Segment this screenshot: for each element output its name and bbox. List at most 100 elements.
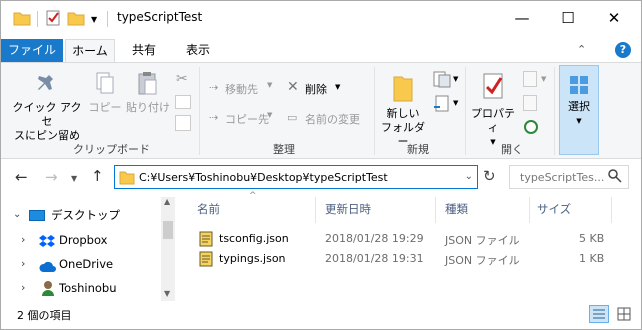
title-bar: ▼ typeScriptTest — ☐ ✕ — [1, 1, 641, 35]
ribbon-tabs: ファイル ホーム 共有 表示 ⌃ ? — [1, 39, 641, 62]
file-name: tsconfig.json — [219, 232, 289, 245]
pin-quick-access-button[interactable]: クイック アクセ スにピン留め — [11, 71, 83, 143]
properties-button[interactable]: プロパティ ▼ — [467, 71, 519, 149]
column-header-date[interactable]: 更新日時 — [325, 201, 371, 217]
chevron-right-icon[interactable]: › — [21, 253, 25, 275]
divider — [435, 197, 436, 223]
divider — [465, 67, 466, 155]
divider — [529, 197, 530, 223]
tab-share[interactable]: 共有 — [121, 39, 167, 62]
delete-icon: ✕ — [287, 79, 299, 95]
large-icons-view-icon[interactable] — [615, 305, 633, 323]
ribbon: クイック アクセ スにピン留め コピー 貼り付け ✂ クリップボード ⇢ 移動先… — [1, 62, 641, 159]
file-size: 1 KB — [579, 252, 605, 265]
tab-home[interactable]: ホーム — [65, 39, 115, 62]
search-icon[interactable] — [608, 169, 622, 186]
pin-icon — [38, 73, 53, 90]
collapse-ribbon-icon[interactable]: ⌃ — [577, 43, 586, 56]
new-folder-qa-icon[interactable] — [67, 10, 85, 28]
refresh-icon[interactable]: ↻ — [483, 167, 496, 185]
nav-item-dropbox[interactable]: › Dropbox — [1, 229, 161, 251]
file-type: JSON ファイル — [445, 254, 520, 267]
nav-item-onedrive[interactable]: › OneDrive — [1, 253, 161, 275]
history-icon[interactable] — [523, 119, 539, 138]
nav-scrollbar[interactable]: ▲ ▼ — [161, 197, 175, 301]
json-file-icon — [199, 231, 213, 250]
tab-view[interactable]: 表示 — [173, 39, 223, 62]
column-header-type[interactable]: 種類 — [445, 201, 468, 217]
new-folder-icon — [393, 76, 413, 102]
group-clipboard-label: クリップボード — [73, 143, 150, 156]
address-dropdown-icon[interactable]: ⌄ — [465, 171, 473, 182]
new-folder-button[interactable]: 新しい フォルダー — [377, 71, 429, 149]
select-label: 選択 — [568, 100, 590, 113]
window-title: typeScriptTest — [117, 10, 203, 24]
nav-item-label: Toshinobu — [59, 281, 117, 295]
group-new-label: 新規 — [407, 143, 429, 156]
dropbox-icon — [39, 233, 55, 255]
search-input[interactable]: typeScriptTes... — [509, 165, 629, 189]
chevron-right-icon[interactable]: › — [21, 277, 25, 299]
paste-button: 貼り付け — [125, 71, 171, 115]
pin-label-1: クイック アクセ — [12, 101, 82, 128]
folder-icon — [119, 169, 135, 188]
customize-qa-dropdown-icon[interactable]: ▼ — [91, 15, 97, 33]
divider — [374, 67, 375, 155]
properties-qa-icon[interactable] — [45, 10, 61, 28]
nav-item-user[interactable]: › Toshinobu — [1, 277, 161, 299]
cut-icon: ✂ — [176, 71, 188, 87]
copy-path-icon — [175, 95, 191, 109]
navigation-pane: ⌄ デスクトップ › Dropbox › OneDrive › Toshinob… — [1, 197, 177, 301]
file-size: 5 KB — [579, 232, 605, 245]
delete-button[interactable]: 削除 — [305, 81, 327, 97]
maximize-button[interactable]: ☐ — [545, 1, 591, 35]
easy-access-icon[interactable] — [433, 95, 453, 116]
explorer-window: ▼ typeScriptTest — ☐ ✕ ファイル ホーム 共有 表示 ⌃ … — [0, 0, 642, 330]
open-dropdown-icon: ▼ — [541, 75, 547, 83]
help-icon[interactable]: ? — [615, 42, 631, 58]
new-folder-label-1: 新しい — [386, 107, 420, 120]
back-arrow-icon[interactable]: ← — [15, 168, 28, 186]
file-list: ^ 名前 更新日時 種類 サイズ tsconfig.json 2018/01/2… — [177, 191, 641, 301]
item-count: 2 個の項目 — [17, 309, 72, 322]
scroll-down-icon[interactable]: ▼ — [164, 289, 170, 298]
open-icon — [523, 71, 537, 87]
chevron-down-icon[interactable]: ⌄ — [13, 204, 21, 226]
easy-access-dropdown-icon[interactable]: ▼ — [453, 99, 458, 107]
address-bar[interactable]: C:¥Users¥Toshinobu¥Desktop¥typeScriptTes… — [114, 165, 478, 189]
folder-icon — [13, 10, 31, 28]
recent-locations-icon[interactable]: ▼ — [71, 174, 77, 183]
close-button[interactable]: ✕ — [591, 1, 637, 35]
properties-icon — [483, 73, 503, 99]
divider — [315, 197, 316, 223]
user-icon — [41, 280, 55, 303]
paste-icon — [138, 72, 157, 95]
forward-arrow-icon[interactable]: → — [45, 168, 58, 186]
scroll-up-icon[interactable]: ▲ — [164, 197, 170, 206]
search-placeholder: typeScriptTes... — [520, 171, 605, 184]
divider — [554, 67, 555, 155]
details-view-icon[interactable] — [589, 305, 609, 323]
minimize-button[interactable]: — — [499, 1, 545, 35]
chevron-right-icon[interactable]: › — [21, 229, 25, 251]
table-row[interactable]: typings.json 2018/01/28 19:31 JSON ファイル … — [197, 249, 617, 269]
delete-dropdown-icon[interactable]: ▼ — [335, 83, 340, 91]
move-to-button: 移動先 — [225, 83, 258, 96]
scroll-thumb[interactable] — [163, 221, 173, 239]
properties-label: プロパティ — [471, 107, 515, 134]
status-bar: 2 個の項目 — [1, 301, 641, 329]
nav-item-desktop[interactable]: ⌄ デスクトップ — [1, 204, 161, 226]
file-date: 2018/01/28 19:29 — [325, 232, 424, 245]
divider — [611, 197, 612, 223]
new-item-dropdown-icon[interactable]: ▼ — [453, 75, 458, 83]
rename-icon: ▭ — [287, 111, 298, 124]
select-button[interactable]: 選択 ▼ — [559, 65, 599, 155]
copy-label: コピー — [88, 101, 122, 114]
tab-file[interactable]: ファイル — [1, 39, 63, 62]
file-type: JSON ファイル — [445, 234, 520, 247]
column-header-size[interactable]: サイズ — [537, 201, 571, 217]
up-arrow-icon[interactable]: ↑ — [91, 167, 104, 185]
column-header-name[interactable]: 名前 — [197, 201, 220, 217]
table-row[interactable]: tsconfig.json 2018/01/28 19:29 JSON ファイル… — [197, 229, 617, 249]
new-item-icon[interactable] — [433, 71, 453, 92]
